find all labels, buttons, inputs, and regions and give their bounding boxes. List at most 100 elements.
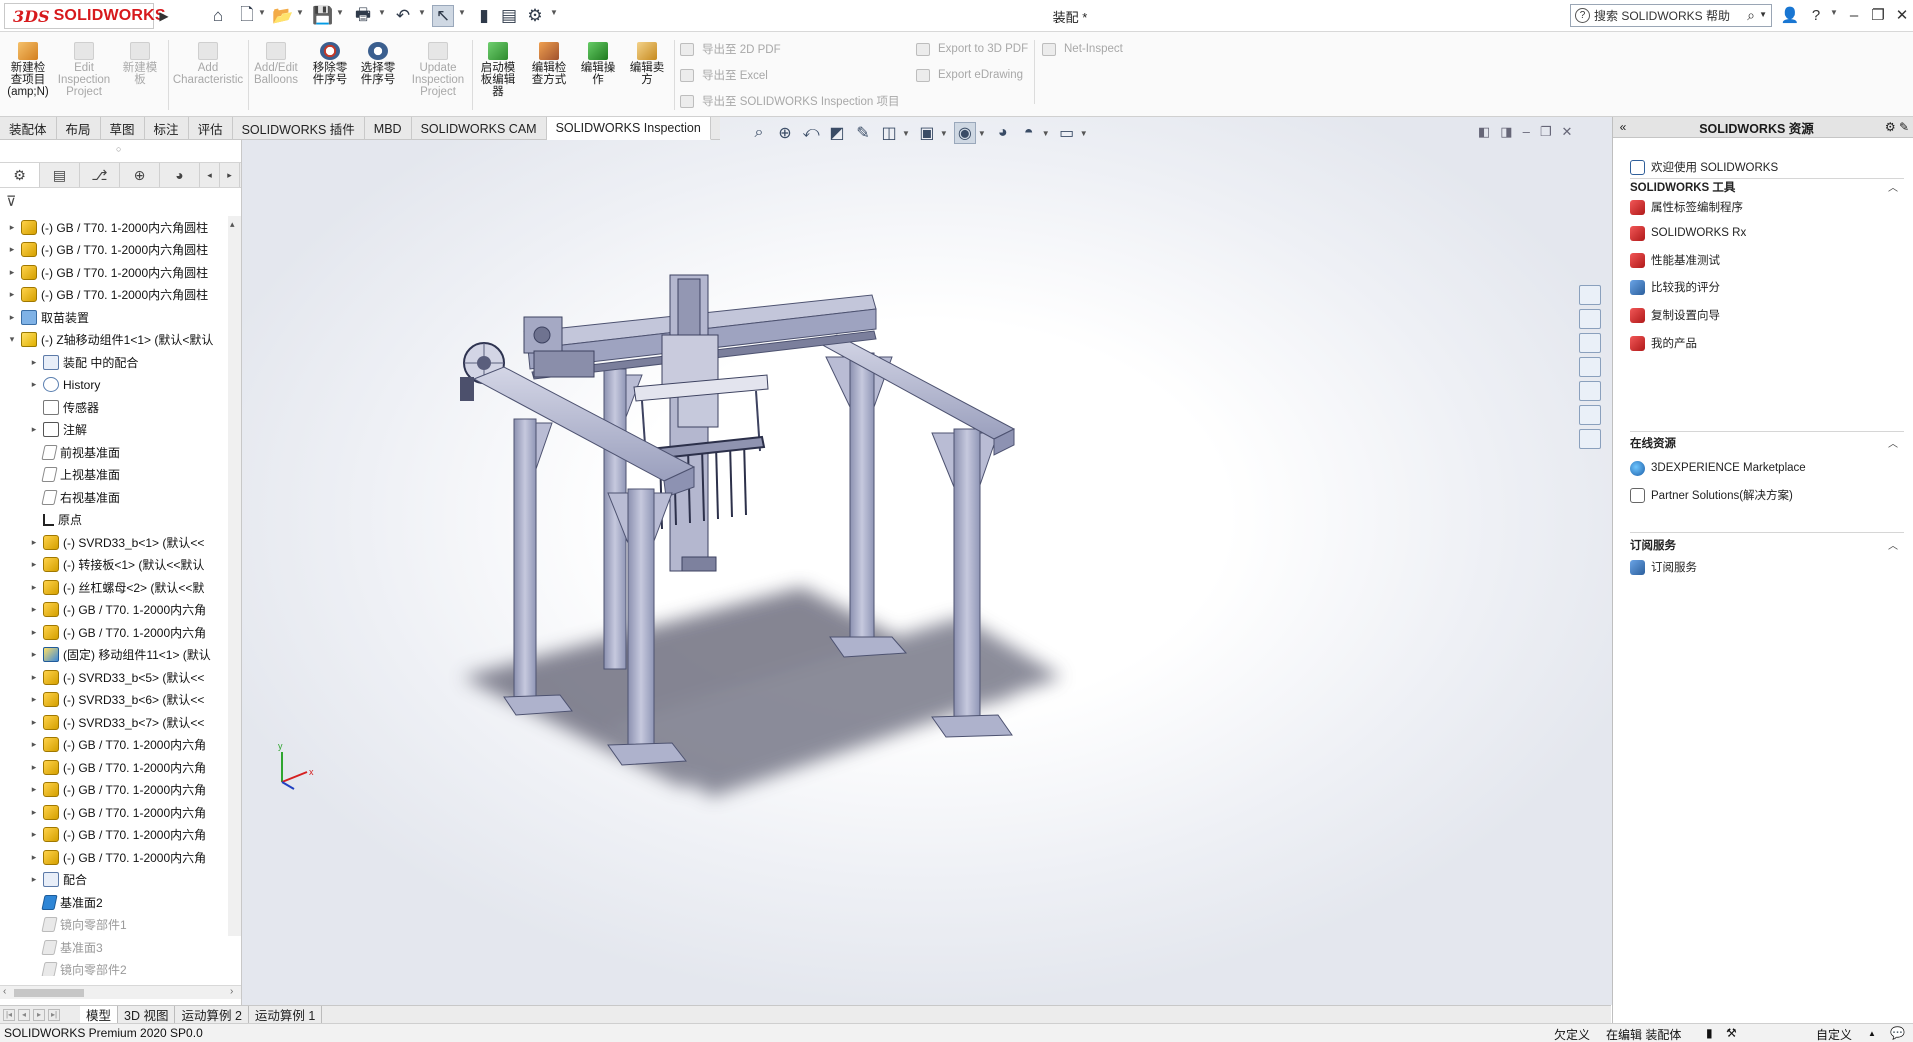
tree-item[interactable]: 传感器	[0, 396, 228, 418]
viewport-close-icon[interactable]: ✕	[1561, 124, 1572, 140]
tab-solidworks-cam[interactable]: SOLIDWORKS CAM	[412, 117, 547, 140]
view-orientation-icon[interactable]: ◫	[878, 122, 900, 144]
add-edit-balloons-button[interactable]: Add/Edit Balloons	[252, 38, 300, 114]
dimxpert-manager-tab-icon[interactable]: ⊕	[120, 163, 160, 187]
tree-item[interactable]: 上视基准面	[0, 464, 228, 486]
pane-settings-icon[interactable]: ⚙ ✎	[1880, 120, 1913, 134]
remove-balloon-button[interactable]: 移除零 件序号	[306, 38, 354, 114]
tree-item[interactable]: ▸ (固定) 移动组件11<1> (默认	[0, 644, 228, 666]
tree-item[interactable]: ▸ (-) GB / T70. 1-2000内六角	[0, 824, 228, 846]
tab-solidworks-inspection[interactable]: SOLIDWORKS Inspection	[546, 117, 711, 140]
tree-horizontal-scrollbar[interactable]: ‹ ›	[0, 985, 241, 999]
tab-motion-study-1[interactable]: 运动算例 1	[249, 1005, 323, 1024]
last-tab-icon[interactable]: ▸|	[48, 1008, 60, 1021]
edit-inspection-method-button[interactable]: 编辑检 查方式	[525, 38, 573, 114]
scene-dropdown-icon[interactable]: ▼	[1042, 129, 1050, 138]
section-view-icon[interactable]: ◩	[826, 122, 848, 144]
tree-item[interactable]: ▸ (-) 转接板<1> (默认<<默认	[0, 554, 228, 576]
first-tab-icon[interactable]: |◂	[3, 1008, 15, 1021]
view-settings-dropdown-icon[interactable]: ▼	[1080, 129, 1088, 138]
design-library-icon[interactable]	[1579, 309, 1601, 329]
tool-item[interactable]: 属性标签编制程序	[1630, 197, 1743, 217]
export-3d-pdf-button[interactable]: Export to 3D PDF	[916, 40, 1028, 58]
tab-layout[interactable]: 布局	[57, 117, 101, 140]
expand-arrow-icon[interactable]: ▸	[28, 357, 40, 368]
expand-arrow-icon[interactable]: ▸	[28, 559, 40, 570]
view-orientation-dropdown-icon[interactable]: ▼	[902, 129, 910, 138]
zoom-to-area-icon[interactable]: ⊕	[774, 122, 796, 144]
tabs-scroll-right-icon[interactable]: ▸	[220, 163, 240, 187]
scroll-left-icon[interactable]: ‹	[3, 986, 6, 997]
custom-properties-icon[interactable]	[1579, 405, 1601, 425]
tab-evaluate[interactable]: 评估	[189, 117, 233, 140]
update-inspection-project-button[interactable]: Update Inspection Project	[408, 38, 468, 114]
expand-arrow-icon[interactable]: ▸	[28, 627, 40, 638]
viewport-tile-right-icon[interactable]: ◨	[1500, 124, 1512, 140]
tree-item[interactable]: ▸ (-) GB / T70. 1-2000内六角圆柱	[0, 216, 228, 238]
tree-item[interactable]: 前视基准面	[0, 441, 228, 463]
hide-show-items-icon[interactable]: ◉	[953, 122, 976, 144]
tree-item[interactable]: ▸ History	[0, 374, 228, 396]
collapse-tools-icon[interactable]: ︿	[1888, 179, 1898, 194]
collapse-pane-icon[interactable]: «	[1613, 120, 1633, 134]
edit-vendor-button[interactable]: 编辑卖 方	[623, 38, 671, 114]
online-resource-item[interactable]: 3DEXPERIENCE Marketplace	[1630, 458, 1806, 478]
restore-icon[interactable]: ❐	[1866, 4, 1890, 26]
export-2d-pdf-button[interactable]: 导出至 2D PDF	[680, 40, 781, 58]
scroll-thumb[interactable]	[14, 989, 84, 997]
tool-item[interactable]: SOLIDWORKS Rx	[1630, 223, 1746, 243]
help-search-input[interactable]: ? 搜索 SOLIDWORKS 帮助 ⌕ ▼	[1570, 4, 1772, 27]
edit-inspection-project-button[interactable]: Edit Inspection Project	[58, 38, 110, 114]
search-icon[interactable]: ⌕	[1747, 7, 1755, 24]
file-explorer-icon[interactable]	[1579, 333, 1601, 353]
tree-item[interactable]: ▸ (-) SVRD33_b<1> (默认<<	[0, 531, 228, 553]
apply-scene-icon[interactable]: ◓	[1018, 122, 1040, 144]
expand-arrow-icon[interactable]: ▸	[28, 807, 40, 818]
export-inspection-project-button[interactable]: 导出至 SOLIDWORKS Inspection 项目	[680, 92, 899, 110]
tree-item[interactable]: ▸ (-) GB / T70. 1-2000内六角	[0, 846, 228, 868]
expand-arrow-icon[interactable]: ▸	[28, 739, 40, 750]
tool-item[interactable]: 比较我的评分	[1630, 277, 1720, 297]
expand-arrow-icon[interactable]: ▸	[28, 784, 40, 795]
minimize-icon[interactable]: –	[1842, 4, 1866, 26]
previous-view-icon[interactable]: ⤺	[800, 122, 822, 144]
scroll-right-icon[interactable]: ›	[230, 986, 233, 997]
tab-3d-view[interactable]: 3D 视图	[118, 1005, 176, 1024]
expand-arrow-icon[interactable]: ▸	[6, 222, 18, 233]
expand-arrow-icon[interactable]: ▸	[28, 649, 40, 660]
tab-sketch[interactable]: 草图	[101, 117, 145, 140]
view-settings-icon[interactable]: ▭	[1056, 122, 1078, 144]
tab-markup[interactable]: 标注	[145, 117, 189, 140]
add-characteristic-button[interactable]: Add Characteristic	[172, 38, 244, 114]
filter-icon[interactable]: ⊽	[6, 193, 16, 210]
expand-arrow-icon[interactable]: ▸	[28, 379, 40, 390]
tree-item[interactable]: 右视基准面	[0, 486, 228, 508]
hide-show-dropdown-icon[interactable]: ▼	[978, 129, 986, 138]
expand-arrow-icon[interactable]: ▸	[28, 829, 40, 840]
tree-item[interactable]: ▸ (-) SVRD33_b<5> (默认<<	[0, 666, 228, 688]
launch-template-editor-button[interactable]: 启动模 板编辑 器	[474, 38, 522, 114]
view-palette-icon[interactable]	[1579, 357, 1601, 377]
tree-item[interactable]: ▸ (-) 丝杠螺母<2> (默认<<默	[0, 576, 228, 598]
display-style-dropdown-icon[interactable]: ▼	[940, 129, 948, 138]
expand-arrow-icon[interactable]: ▸	[28, 537, 40, 548]
tree-item[interactable]: ▸ (-) GB / T70. 1-2000内六角	[0, 599, 228, 621]
forum-icon[interactable]	[1579, 429, 1601, 449]
tool-item[interactable]: 我的产品	[1630, 333, 1697, 353]
dynamic-annotation-icon[interactable]: ✎	[852, 122, 874, 144]
tool-item[interactable]: 性能基准测试	[1630, 250, 1720, 270]
tree-vertical-scrollbar[interactable]: ▴	[228, 216, 241, 936]
tree-item[interactable]: ▸ (-) GB / T70. 1-2000内六角	[0, 801, 228, 823]
units-dropdown-icon[interactable]: ▲	[1868, 1029, 1876, 1038]
configuration-manager-tab-icon[interactable]: ⎇	[80, 163, 120, 187]
tree-item[interactable]: 镜向零部件1	[0, 914, 228, 936]
search-dropdown-icon[interactable]: ▼	[1759, 10, 1767, 19]
export-edrawing-button[interactable]: Export eDrawing	[916, 66, 1023, 84]
new-inspection-project-button[interactable]: 新建检 查项目 (amp;N)	[4, 38, 52, 114]
expand-arrow-icon[interactable]: ▸	[28, 582, 40, 593]
tree-item[interactable]: 基准面2	[0, 891, 228, 913]
collapse-online-icon[interactable]: ︿	[1888, 435, 1898, 450]
tree-item[interactable]: 镜向零部件2	[0, 959, 228, 976]
tab-model[interactable]: 模型	[80, 1005, 119, 1024]
close-icon[interactable]: ✕	[1890, 4, 1913, 26]
